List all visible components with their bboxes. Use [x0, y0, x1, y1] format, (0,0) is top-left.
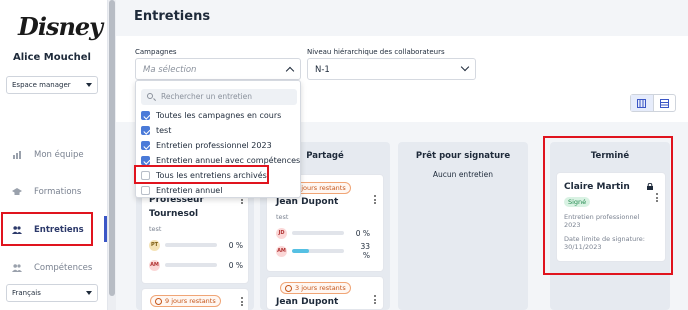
progress-bar: [165, 243, 217, 247]
more-options-icon[interactable]: [374, 195, 377, 206]
progress-percent: 0 %: [228, 240, 243, 250]
interview-card[interactable]: 3 jours restants Jean Dupont: [266, 276, 384, 310]
highlight-box: [1, 212, 93, 246]
caret-down-icon: [86, 291, 92, 295]
user-name: Alice Mouchel: [13, 52, 91, 63]
progress-row: AM 0 %: [149, 259, 243, 271]
progress-bar: [165, 263, 217, 267]
clock-icon: [285, 285, 292, 292]
nav-item-formations[interactable]: Formations: [0, 177, 104, 207]
dropdown-option[interactable]: Toutes les campagnes en cours: [141, 109, 281, 122]
list-view-button[interactable]: [654, 95, 676, 111]
chevron-up-icon: [285, 66, 295, 76]
kanban-column-signature: Prêt pour signature Aucun entretien: [398, 142, 528, 310]
campaigns-label: Campagnes: [135, 48, 177, 56]
highlight-box: [543, 136, 673, 275]
kanban-icon: [637, 98, 647, 108]
progress-bar: [292, 249, 344, 253]
nav-item-mon-equipe[interactable]: Mon équipe: [0, 140, 104, 170]
search-icon: [147, 93, 153, 99]
disney-logo[interactable]: Disney: [18, 12, 103, 42]
card-name: Jean Dupont: [276, 197, 339, 207]
dropdown-option[interactable]: Entretien professionnel 2023: [141, 139, 272, 152]
progress-percent: 0 %: [228, 260, 243, 270]
language-value: Français: [12, 289, 41, 297]
card-name-line2: Tournesol: [149, 209, 199, 219]
caret-down-icon: [86, 83, 92, 87]
interview-card[interactable]: 9 jours restants: [141, 288, 249, 310]
empty-message: Aucun entretien: [432, 170, 494, 179]
active-indicator: [104, 216, 107, 242]
space-select[interactable]: Espace manager: [6, 76, 98, 94]
campaigns-placeholder: Ma sélection: [143, 65, 197, 75]
space-select-value: Espace manager: [12, 81, 71, 89]
bar-chart-icon: [13, 151, 21, 159]
sidebar: Disney Alice Mouchel Espace manager Mon …: [0, 0, 108, 310]
avatar: PT: [149, 239, 160, 251]
days-left-badge: 9 jours restants: [150, 295, 221, 307]
kanban-view-button[interactable]: [631, 95, 654, 111]
graduation-cap-icon: [12, 188, 22, 195]
level-select[interactable]: N-1: [307, 58, 476, 80]
people-icon: [12, 264, 22, 272]
clock-icon: [155, 298, 162, 305]
checkbox[interactable]: [141, 186, 150, 195]
more-options-icon[interactable]: [374, 295, 377, 306]
language-select[interactable]: Français: [6, 284, 98, 302]
avatar: AM: [276, 245, 287, 257]
nav-label: Formations: [34, 187, 82, 197]
progress-percent: 33 %: [360, 242, 370, 260]
avatar: AM: [149, 259, 160, 271]
dropdown-option[interactable]: test: [141, 124, 171, 137]
progress-row: AM 33 %: [276, 242, 370, 260]
sidebar-scrollbar[interactable]: [108, 0, 116, 310]
avatar: JD: [276, 227, 287, 239]
chevron-down-icon: [460, 62, 470, 72]
highlight-box: [134, 165, 269, 184]
dropdown-search-input[interactable]: Rechercher un entretien: [141, 89, 297, 105]
page-title: Entretiens: [134, 9, 211, 24]
search-placeholder: Rechercher un entretien: [161, 92, 252, 101]
checkbox[interactable]: [141, 126, 150, 135]
nav-item-competences[interactable]: Compétences: [0, 253, 104, 283]
checkbox[interactable]: [141, 141, 150, 150]
nav-label: Compétences: [34, 263, 93, 273]
card-campaign: test: [276, 213, 289, 221]
view-toggle: [630, 94, 676, 112]
progress-percent: 0 %: [355, 228, 370, 238]
level-label: Niveau hiérarchique des collaborateurs: [307, 48, 445, 56]
progress-bar: [292, 231, 344, 235]
scrollbar-thumb[interactable]: [109, 0, 115, 296]
progress-row: JD 0 %: [276, 227, 370, 239]
progress-row: PT 0 %: [149, 239, 243, 251]
list-icon: [659, 98, 669, 108]
days-left-badge: 3 jours restants: [280, 282, 351, 294]
level-value: N-1: [315, 65, 330, 75]
card-name: Jean Dupont: [276, 297, 339, 307]
more-options-icon[interactable]: [241, 297, 244, 308]
checkbox[interactable]: [141, 156, 150, 165]
nav-label: Mon équipe: [34, 150, 84, 160]
checkbox[interactable]: [141, 111, 150, 120]
dropdown-option[interactable]: Entretien annuel: [141, 184, 222, 197]
card-campaign: test: [149, 225, 162, 233]
campaigns-select[interactable]: Ma sélection: [135, 58, 301, 80]
column-title: Prêt pour signature: [415, 151, 511, 161]
